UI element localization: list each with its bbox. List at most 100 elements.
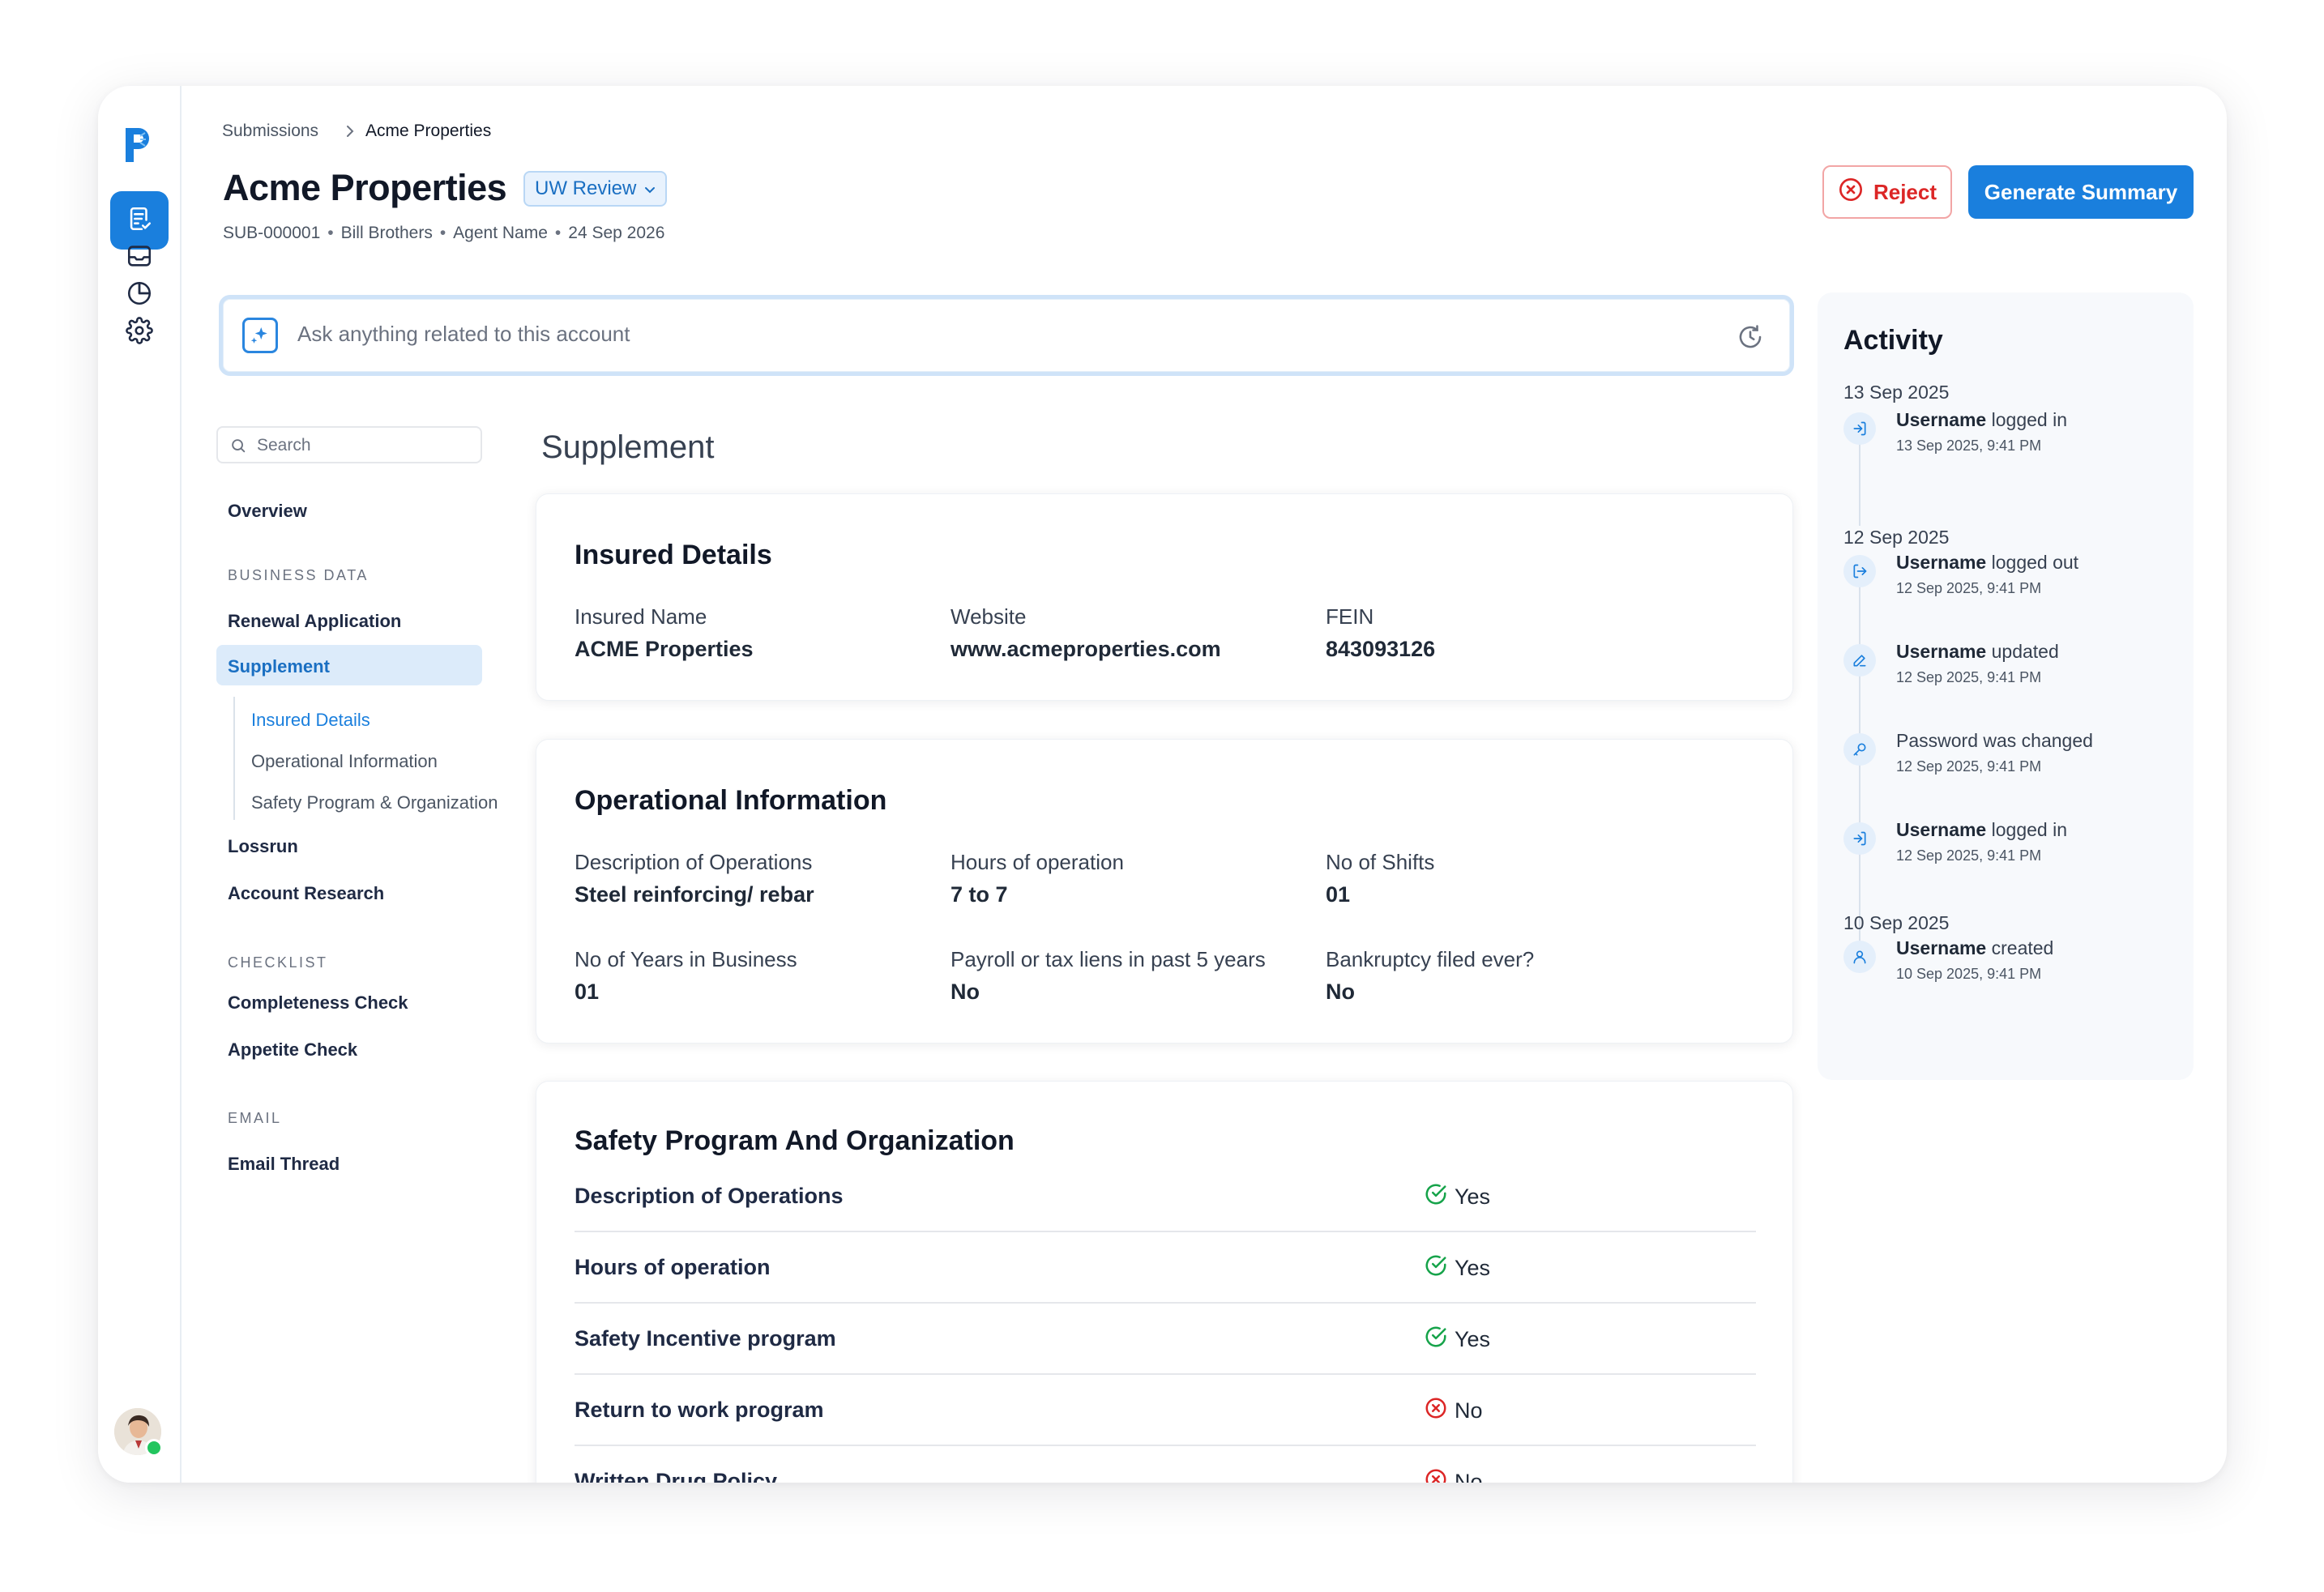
field-value: 01 <box>575 980 600 1004</box>
timeline-line <box>1859 443 1860 526</box>
ask-ai-bar[interactable]: Ask anything related to this account <box>219 295 1794 376</box>
activity-user: Username <box>1896 409 1987 430</box>
chevron-right-icon <box>343 123 357 143</box>
safety-row-value: No <box>1424 1396 1483 1426</box>
app-window: Submissions Acme Properties Acme Propert… <box>98 86 2227 1483</box>
activity-action: logged in <box>1991 819 2067 840</box>
row-divider <box>575 1373 1756 1375</box>
login-icon <box>1843 412 1876 445</box>
safety-row-value: Yes <box>1424 1325 1490 1355</box>
activity-action: Password was changed <box>1896 730 2093 751</box>
activity-date: 10 Sep 2025 <box>1843 912 1950 933</box>
agent-name: Agent Name <box>453 224 548 242</box>
check-circle-icon <box>1424 1182 1448 1212</box>
nav-sub-safety-program[interactable]: Safety Program & Organization <box>251 792 498 813</box>
status-dropdown[interactable]: UW Review <box>523 171 668 207</box>
activity-entry-text: Username logged in <box>1896 409 2067 431</box>
nav-heading-checklist: CHECKLIST <box>228 954 328 971</box>
card-title: Safety Program And Organization <box>575 1125 1015 1156</box>
generate-summary-button[interactable]: Generate Summary <box>1968 165 2194 219</box>
safety-value-text: No <box>1455 1398 1483 1423</box>
check-circle-icon <box>1424 1253 1448 1283</box>
nav-sub-insured-details[interactable]: Insured Details <box>251 710 370 731</box>
row-divider <box>575 1231 1756 1232</box>
safety-row-value: No <box>1424 1467 1483 1483</box>
activity-user: Username <box>1896 937 1987 958</box>
nav-completeness-check[interactable]: Completeness Check <box>228 992 408 1014</box>
activity-time: 12 Sep 2025, 9:41 PM <box>1896 669 2042 685</box>
field-value: Steel reinforcing/ rebar <box>575 882 814 907</box>
ask-input-placeholder: Ask anything related to this account <box>297 322 630 346</box>
page-title: Acme Properties <box>223 167 507 208</box>
section-title: Supplement <box>541 429 715 465</box>
check-circle-icon <box>1424 1325 1448 1355</box>
row-divider <box>575 1445 1756 1446</box>
nav-email-thread[interactable]: Email Thread <box>228 1154 340 1175</box>
nav-renewal-application[interactable]: Renewal Application <box>228 611 401 632</box>
x-circle-icon <box>1424 1467 1448 1483</box>
history-icon[interactable] <box>1737 323 1764 355</box>
search-icon <box>229 437 247 459</box>
broker-name: Bill Brothers <box>340 224 433 242</box>
activity-action: updated <box>1991 641 2059 662</box>
nav-overview[interactable]: Overview <box>228 501 307 522</box>
safety-value-text: Yes <box>1455 1256 1491 1280</box>
nav-heading-business-data: BUSINESS DATA <box>228 567 369 583</box>
activity-time: 12 Sep 2025, 9:41 PM <box>1896 847 2042 864</box>
field-label: Payroll or tax liens in past 5 years <box>951 947 1266 971</box>
safety-program-card: Safety Program And Organization Descript… <box>536 1081 1793 1483</box>
field-value: 01 <box>1326 882 1351 907</box>
activity-entry-text: Username logged out <box>1896 552 2078 574</box>
safety-row-label: Return to work program <box>575 1398 824 1422</box>
field-value: No <box>951 980 980 1004</box>
row-divider <box>575 1302 1756 1304</box>
user-avatar[interactable] <box>114 1408 163 1457</box>
brand-logo <box>122 125 155 165</box>
activity-action: logged in <box>1991 409 2067 430</box>
safety-row-value: Yes <box>1424 1253 1490 1283</box>
nav-sub-operational-information[interactable]: Operational Information <box>251 751 438 772</box>
activity-time: 10 Sep 2025, 9:41 PM <box>1896 966 2042 982</box>
x-circle-icon <box>1424 1396 1448 1426</box>
reject-button[interactable]: Reject <box>1822 165 1952 219</box>
website-link[interactable]: www.acmeproperties.com <box>951 637 1221 662</box>
login-icon <box>1843 822 1876 855</box>
activity-date: 12 Sep 2025 <box>1843 527 1950 548</box>
timeline-line <box>1859 586 1860 955</box>
online-status-dot <box>145 1439 163 1457</box>
activity-entry-text: Username logged in <box>1896 819 2067 841</box>
field-label: No of Shifts <box>1326 850 1435 874</box>
field-label: Website <box>951 604 1027 629</box>
key-icon <box>1843 733 1876 766</box>
safety-value-text: No <box>1455 1470 1483 1483</box>
nav-lossrun[interactable]: Lossrun <box>228 836 298 857</box>
nav-account-research[interactable]: Account Research <box>228 883 384 904</box>
breadcrumb-parent-link[interactable]: Submissions <box>222 122 318 141</box>
safety-row-label: Written Drug Policy <box>575 1469 778 1483</box>
safety-value-text: Yes <box>1455 1184 1491 1209</box>
nav-search-input[interactable]: Search <box>216 426 482 463</box>
nav-supplement[interactable]: Supplement <box>228 656 330 677</box>
chevron-down-icon <box>644 177 656 200</box>
status-label: UW Review <box>535 177 637 199</box>
activity-time: 12 Sep 2025, 9:41 PM <box>1896 580 2042 596</box>
activity-time: 13 Sep 2025, 9:41 PM <box>1896 437 2042 454</box>
reject-label: Reject <box>1873 179 1937 204</box>
safety-row-value: Yes <box>1424 1182 1490 1212</box>
insured-details-card: Insured Details Insured Name ACME Proper… <box>536 493 1793 701</box>
activity-date: 13 Sep 2025 <box>1843 382 1950 403</box>
card-title: Insured Details <box>575 540 772 570</box>
field-value: 7 to 7 <box>951 882 1008 907</box>
activity-action: logged out <box>1991 552 2079 573</box>
safety-row-label: Hours of operation <box>575 1255 771 1279</box>
safety-row-label: Description of Operations <box>575 1184 844 1208</box>
logout-icon <box>1843 555 1876 587</box>
settings-nav-button[interactable] <box>110 303 169 361</box>
field-label: Description of Operations <box>575 850 813 874</box>
nav-appetite-check[interactable]: Appetite Check <box>228 1039 357 1061</box>
user-icon <box>1843 941 1876 973</box>
submission-id: SUB-000001 <box>223 224 321 242</box>
field-label: Insured Name <box>575 604 707 629</box>
left-rail <box>98 86 182 1483</box>
activity-action: created <box>1991 937 2054 958</box>
